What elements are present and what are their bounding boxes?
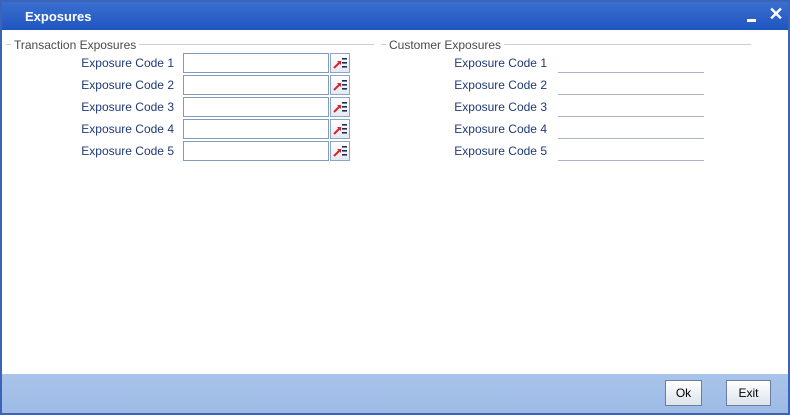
customer-exposure-code-5-value xyxy=(558,141,704,161)
transaction-exposure-code-3-input[interactable] xyxy=(183,97,329,117)
transaction-exposure-code-1-label: Exposure Code 1 xyxy=(81,56,174,70)
transaction-exposure-code-2-lov-button[interactable] xyxy=(330,75,350,95)
customer-exposure-code-3-label: Exposure Code 3 xyxy=(454,100,547,114)
list-of-values-icon xyxy=(333,146,347,157)
transaction-exposure-code-5-input[interactable] xyxy=(183,141,329,161)
list-of-values-icon xyxy=(333,124,347,135)
transaction-exposure-code-5-lov-button[interactable] xyxy=(330,141,350,161)
customer-exposure-code-4-value xyxy=(558,119,704,139)
list-of-values-icon xyxy=(333,80,347,91)
transaction-exposure-code-4-lov-button[interactable] xyxy=(330,119,350,139)
ok-button[interactable]: Ok xyxy=(665,380,702,406)
transaction-exposure-code-4-label: Exposure Code 4 xyxy=(81,122,174,136)
customer-exposure-code-1-value xyxy=(558,53,704,73)
customer-exposure-code-5-label: Exposure Code 5 xyxy=(454,144,547,158)
customer-exposure-code-4-label: Exposure Code 4 xyxy=(454,122,547,136)
transaction-exposure-code-3-lov-button[interactable] xyxy=(330,97,350,117)
transaction-exposure-code-3-label: Exposure Code 3 xyxy=(81,100,174,114)
transaction-exposure-code-2-input[interactable] xyxy=(183,75,329,95)
customer-exposures-legend: Customer Exposures xyxy=(386,38,505,52)
exit-button[interactable]: Exit xyxy=(726,380,771,406)
transaction-exposure-code-5-label: Exposure Code 5 xyxy=(81,144,174,158)
customer-exposure-code-2-value xyxy=(558,75,704,95)
list-of-values-icon xyxy=(333,58,347,69)
dialog-footer: Ok Exit xyxy=(2,374,788,413)
transaction-exposure-code-1-lov-button[interactable] xyxy=(330,53,350,73)
close-icon[interactable]: ✕ xyxy=(768,4,784,24)
customer-exposure-code-1-label: Exposure Code 1 xyxy=(454,56,547,70)
customer-exposure-code-2-label: Exposure Code 2 xyxy=(454,78,547,92)
minimize-icon[interactable] xyxy=(745,7,759,23)
transaction-exposure-code-4-input[interactable] xyxy=(183,119,329,139)
transaction-exposures-legend: Transaction Exposures xyxy=(11,38,140,52)
exposures-dialog: Exposures ✕ Transaction Exposures Exposu… xyxy=(0,0,790,415)
transaction-exposure-code-1-input[interactable] xyxy=(183,53,329,73)
window-title: Exposures xyxy=(25,9,92,24)
customer-exposure-code-3-value xyxy=(558,97,704,117)
transaction-exposure-code-2-label: Exposure Code 2 xyxy=(81,78,174,92)
title-bar: Exposures ✕ xyxy=(2,2,788,30)
list-of-values-icon xyxy=(333,102,347,113)
